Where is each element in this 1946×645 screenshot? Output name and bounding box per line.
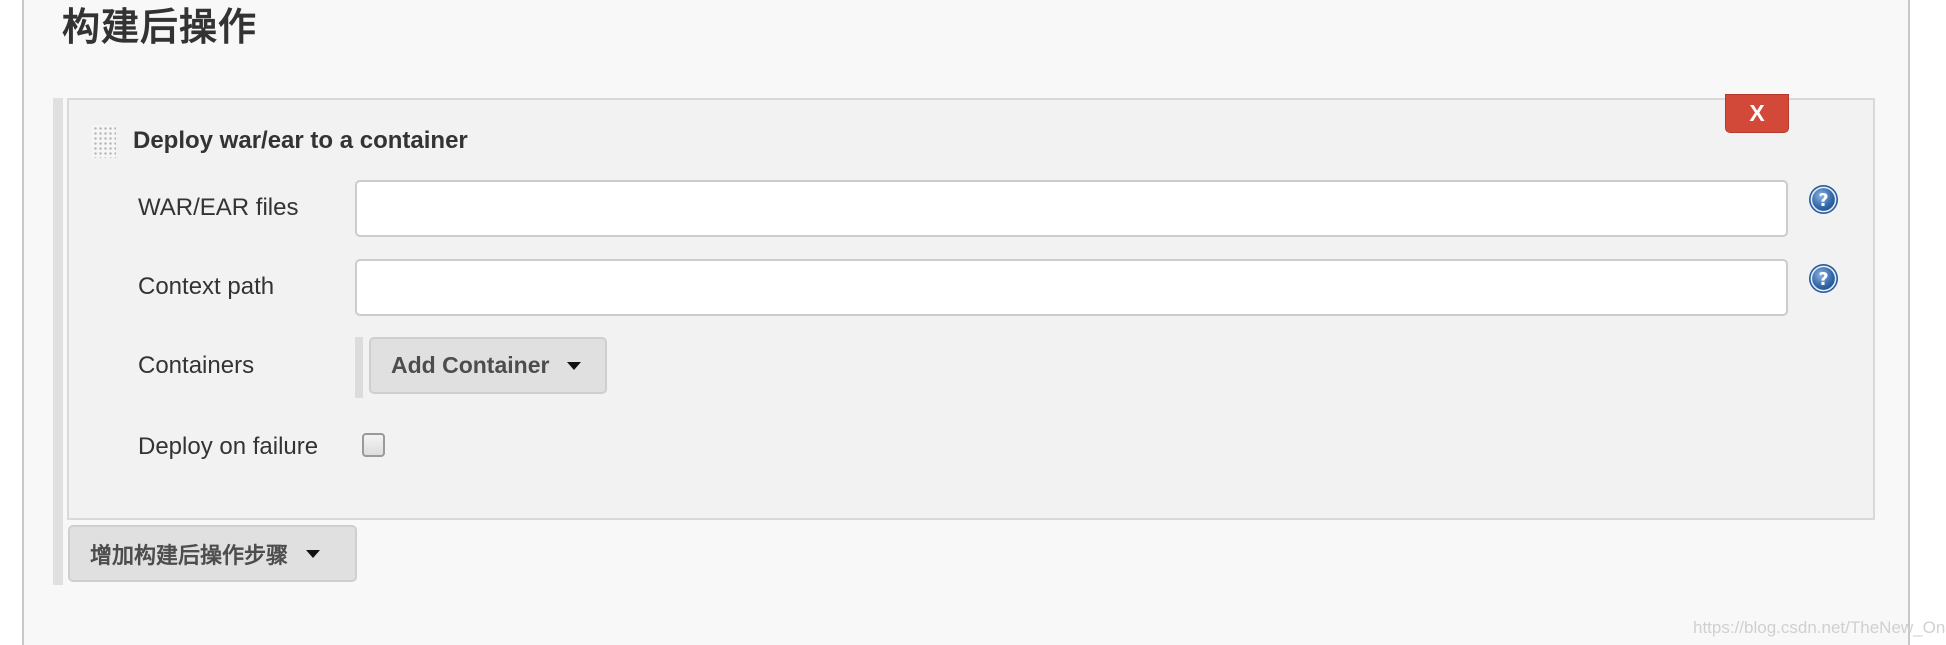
svg-text:?: ? <box>1818 270 1828 290</box>
deploy-on-failure-checkbox[interactable] <box>362 433 385 457</box>
page-title: 构建后操作 <box>62 5 258 49</box>
war-ear-files-label: WAR/EAR files <box>138 194 299 221</box>
help-icon[interactable]: ? <box>1808 184 1839 215</box>
section-title: Deploy war/ear to a container <box>133 127 468 154</box>
help-icon[interactable]: ? <box>1808 263 1839 294</box>
deploy-on-failure-label: Deploy on failure <box>138 433 319 460</box>
section-accent-bar <box>53 98 63 585</box>
drag-handle-icon[interactable] <box>92 125 116 158</box>
context-path-input[interactable] <box>355 259 1788 316</box>
add-container-label: Add Container <box>391 352 550 378</box>
add-container-button[interactable]: Add Container <box>369 337 607 394</box>
caret-down-icon <box>306 549 321 558</box>
context-path-label: Context path <box>138 273 275 300</box>
svg-text:?: ? <box>1818 191 1828 211</box>
watermark: https://blog.csdn.net/TheNew_One <box>1693 618 1946 637</box>
containers-label: Containers <box>138 352 255 379</box>
add-post-build-step-button[interactable]: 增加构建后操作步骤 <box>68 525 357 582</box>
add-post-build-step-label: 增加构建后操作步骤 <box>90 543 289 569</box>
containers-indent-bar <box>355 337 363 398</box>
war-ear-files-input[interactable] <box>355 180 1788 237</box>
caret-down-icon <box>567 361 582 370</box>
delete-section-button[interactable]: X <box>1725 94 1789 133</box>
